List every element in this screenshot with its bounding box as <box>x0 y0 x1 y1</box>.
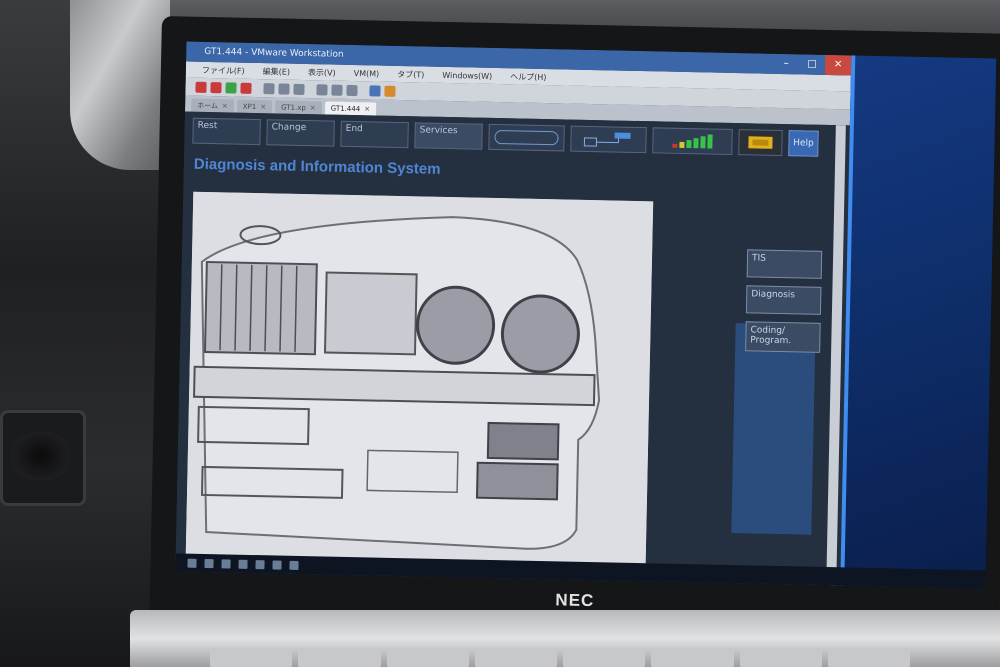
signal-bar <box>707 134 713 149</box>
key <box>563 648 646 667</box>
close-icon[interactable]: ✕ <box>310 104 316 112</box>
menu-edit[interactable]: 編集(E) <box>263 66 291 78</box>
vehicle-link-status <box>570 125 647 154</box>
taskbar-app-icon[interactable] <box>221 558 231 569</box>
connector-icon <box>748 136 773 149</box>
tab-xp1[interactable]: XP1 ✕ <box>236 99 273 114</box>
vehicle-sketch-image <box>185 191 654 572</box>
signal-bar <box>693 138 699 149</box>
key <box>739 648 822 667</box>
minimize-button[interactable]: – <box>773 54 799 75</box>
nav-change-button[interactable]: Change <box>266 119 335 147</box>
menu-view[interactable]: 表示(V) <box>308 67 336 79</box>
key <box>210 648 293 667</box>
taskbar-app-icon[interactable] <box>289 560 299 570</box>
interface-status <box>738 129 783 157</box>
tab-label: GT1.xp <box>281 103 306 112</box>
start-icon[interactable] <box>187 558 197 568</box>
key <box>298 648 381 667</box>
help-button[interactable]: Help <box>788 130 819 157</box>
nav-services-button[interactable]: Services <box>414 122 483 150</box>
vmware-window: GT1.444 - VMware Workstation – □ ✕ ファイル(… <box>175 41 852 586</box>
side-panel <box>731 323 816 535</box>
laptop-screen: GT1.444 - VMware Workstation – □ ✕ ファイル(… <box>175 41 997 589</box>
close-icon[interactable]: ✕ <box>260 103 266 111</box>
window-title: GT1.444 - VMware Workstation <box>204 46 344 60</box>
close-icon[interactable]: ✕ <box>222 102 228 110</box>
settings-icon[interactable] <box>384 85 396 97</box>
snapshot-icon[interactable] <box>263 82 275 94</box>
library-icon[interactable] <box>369 84 381 97</box>
diagnosis-button[interactable]: Diagnosis <box>745 285 822 315</box>
menu-windows[interactable]: Windows(W) <box>442 70 492 80</box>
signal-strength-icon <box>672 134 713 149</box>
window-controls: – □ ✕ <box>773 54 852 76</box>
connection-status <box>488 123 565 152</box>
close-icon[interactable]: ✕ <box>364 105 370 113</box>
taskbar-app-icon[interactable] <box>204 558 214 568</box>
pause-icon[interactable] <box>210 81 222 93</box>
key <box>386 648 469 667</box>
key <box>827 648 910 667</box>
nav-rest-button[interactable]: Rest <box>192 117 261 146</box>
menu-vm[interactable]: VM(M) <box>354 69 380 79</box>
menu-help[interactable]: ヘルプ(H) <box>510 71 546 83</box>
taskbar-app-icon[interactable] <box>272 559 282 570</box>
key <box>651 648 734 667</box>
dis-application: Rest Change End Services Help Diagnosis … <box>175 111 850 586</box>
console-icon[interactable] <box>346 84 358 96</box>
signal-bar <box>679 141 685 148</box>
car-front-sketch <box>185 191 654 572</box>
close-button[interactable]: ✕ <box>824 54 852 76</box>
coding-program-button[interactable]: Coding/ Program. <box>745 321 821 353</box>
signal-bar <box>686 140 692 149</box>
tab-gt1-xp[interactable]: GT1.xp ✕ <box>275 100 322 115</box>
tis-button[interactable]: TIS <box>746 249 823 279</box>
signal-bar <box>672 143 678 148</box>
tab-label: XP1 <box>242 102 257 111</box>
keyboard-edge <box>210 648 910 667</box>
key <box>474 648 557 667</box>
cupholder <box>0 410 86 506</box>
menu-tab[interactable]: タブ(T) <box>397 68 424 80</box>
signal-bar <box>700 136 706 149</box>
tab-label: ホーム <box>197 101 219 110</box>
manager-icon[interactable] <box>293 83 305 95</box>
menu-file[interactable]: ファイル(F) <box>202 64 245 76</box>
connection-pill-icon <box>494 129 559 146</box>
play-icon[interactable] <box>225 81 237 94</box>
laptop-bezel: GT1.444 - VMware Workstation – □ ✕ ファイル(… <box>149 16 1000 644</box>
taskbar-app-icon[interactable] <box>255 559 265 569</box>
tab-label: GT1.444 <box>330 104 361 113</box>
revert-icon[interactable] <box>278 82 290 95</box>
reset-icon[interactable] <box>240 82 252 94</box>
cupholder-well <box>11 431 71 481</box>
tab-home[interactable]: ホーム ✕ <box>191 98 234 113</box>
tab-gt1-444[interactable]: GT1.444 ✕ <box>324 101 377 116</box>
unity-icon[interactable] <box>331 84 343 96</box>
desktop-background <box>840 55 997 589</box>
nav-end-button[interactable]: End <box>340 120 409 149</box>
signal-status <box>652 127 733 155</box>
stop-icon[interactable] <box>195 81 207 93</box>
maximize-button[interactable]: □ <box>799 54 825 75</box>
taskbar-app-icon[interactable] <box>238 559 248 569</box>
fullscreen-icon[interactable] <box>316 83 328 95</box>
vehicle-link-icon <box>583 132 631 147</box>
